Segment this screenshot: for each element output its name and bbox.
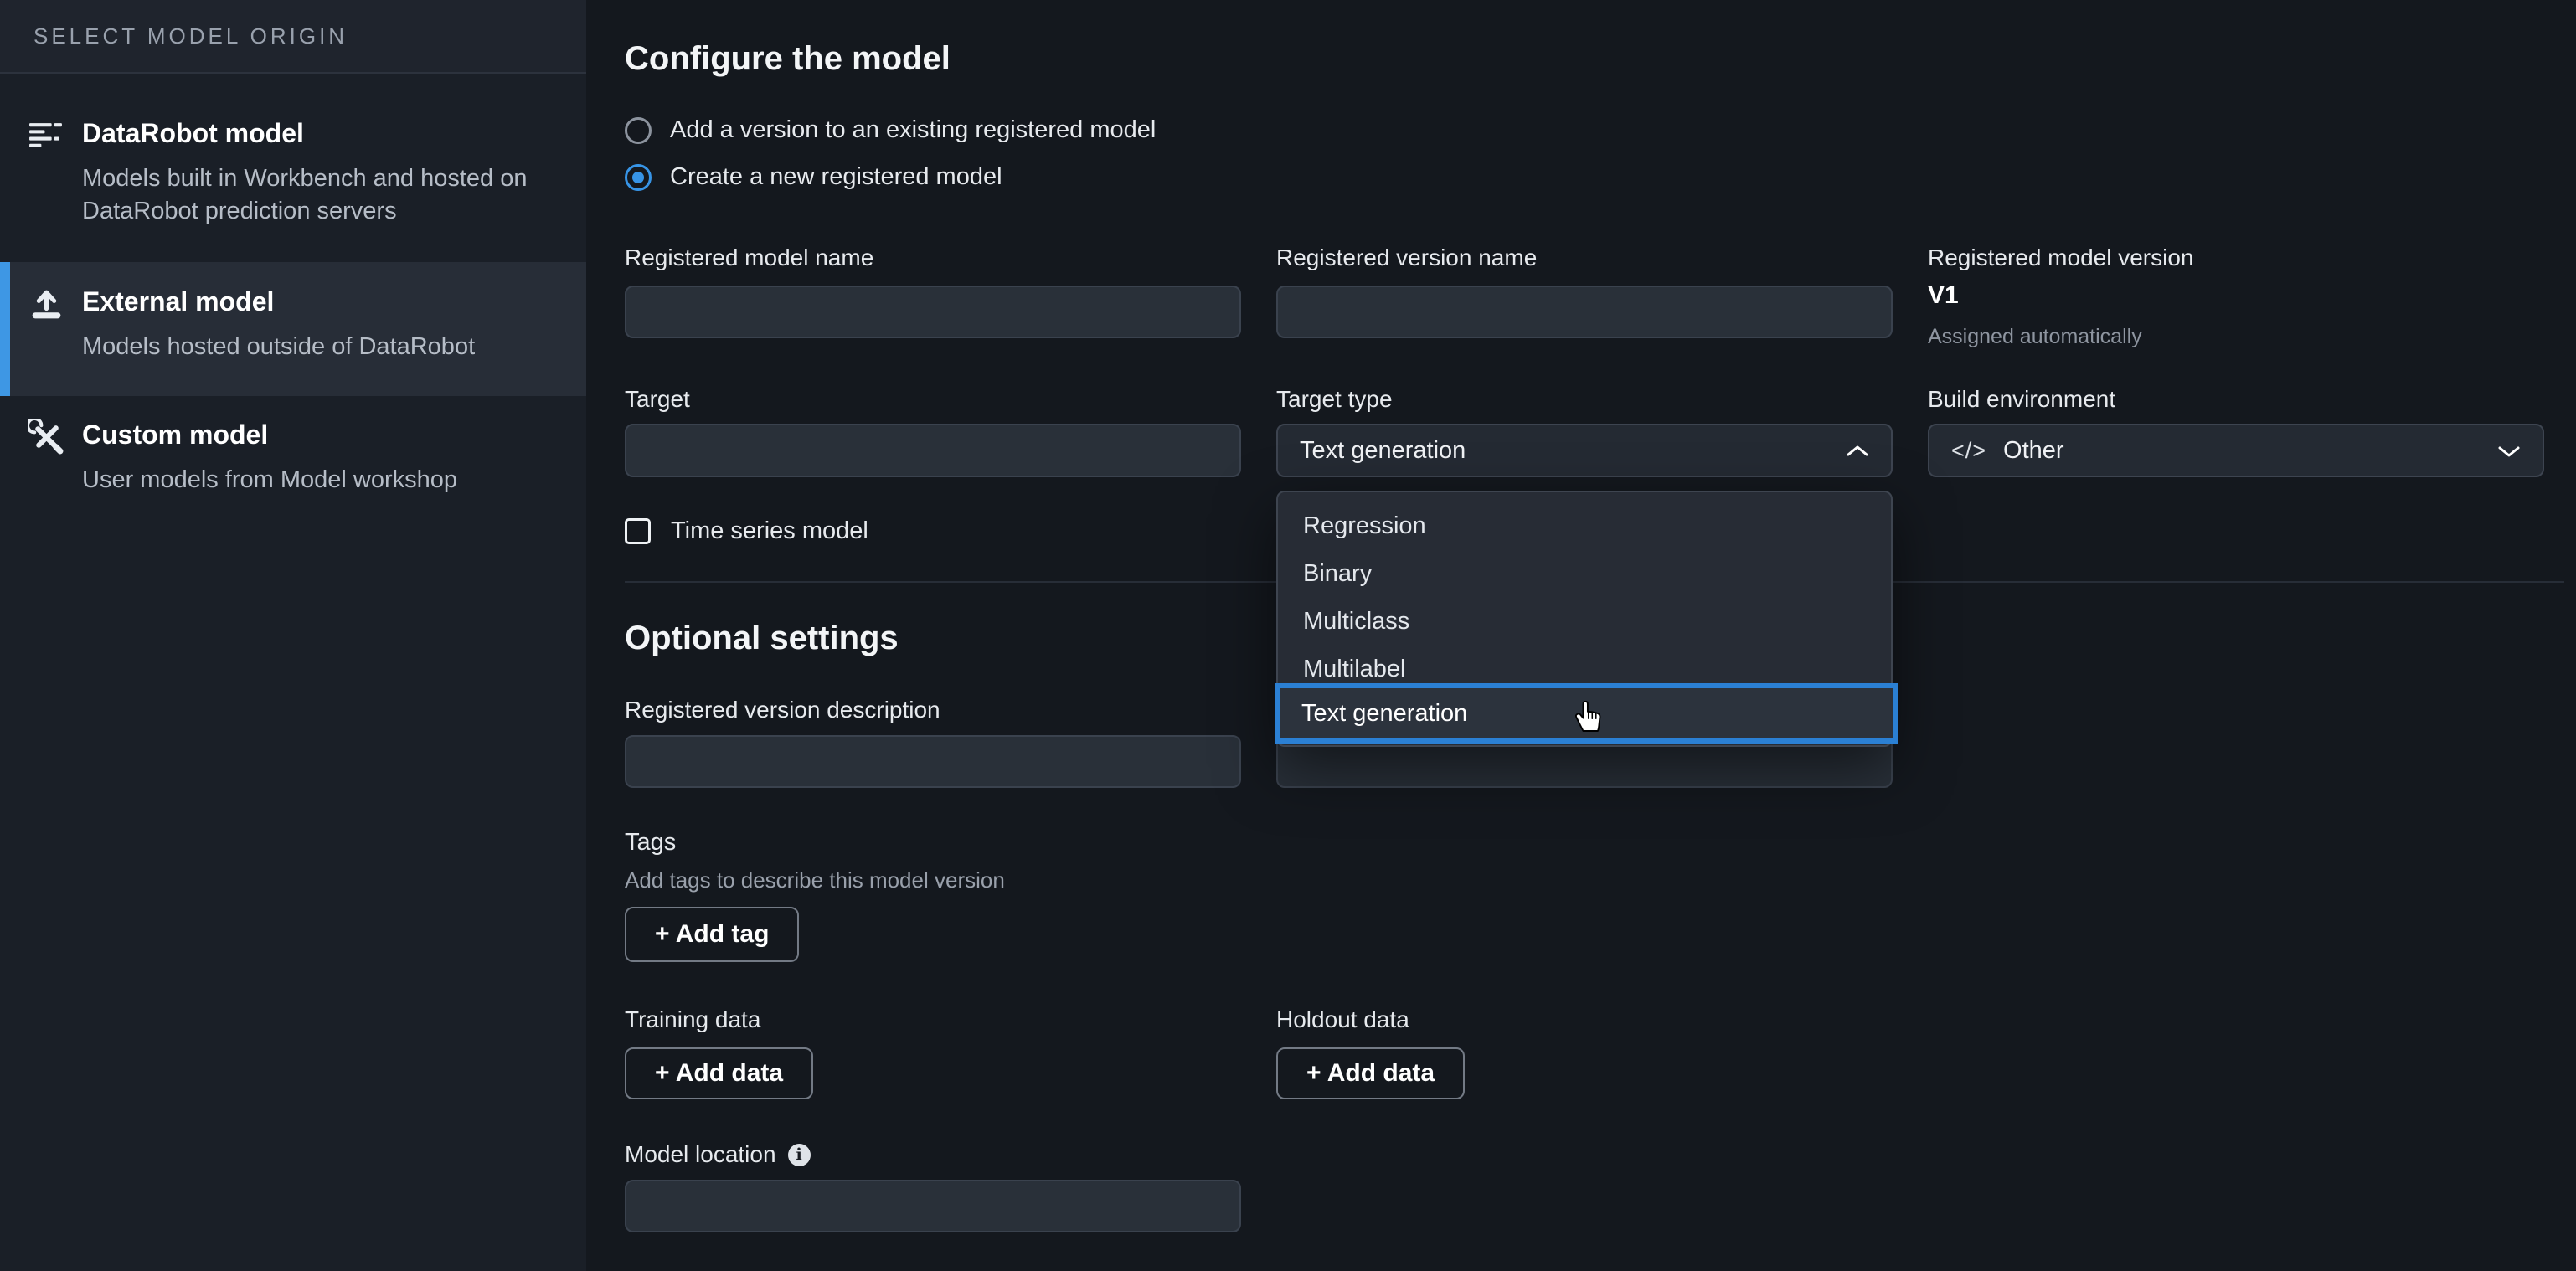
configure-model-panel: Configure the model Add a version to an … [586, 0, 2576, 1271]
add-holdout-data-button[interactable]: + Add data [1276, 1047, 1465, 1099]
chevron-up-icon [1846, 437, 1869, 465]
page-title: Configure the model [625, 40, 951, 78]
sidebar-item-custom-model[interactable]: Custom model User models from Model work… [0, 419, 586, 497]
add-training-data-button[interactable]: + Add data [625, 1047, 813, 1099]
target-label: Target [625, 386, 690, 413]
radio-add-version[interactable]: Add a version to an existing registered … [625, 116, 1156, 144]
registered-version-name-label: Registered version name [1276, 244, 1537, 271]
menu-option-binary[interactable]: Binary [1278, 550, 1891, 598]
version-description-label: Registered version description [625, 697, 940, 723]
sidebar-item-content: External model Models hosted outside of … [82, 286, 475, 363]
build-environment-value: Other [2003, 437, 2064, 465]
sidebar-item-description: Models built in Workbench and hosted on … [82, 162, 551, 228]
registered-model-name-label: Registered model name [625, 244, 873, 271]
tags-label: Tags [625, 829, 676, 857]
code-icon: </> [1951, 438, 1986, 464]
radio-label: Create a new registered model [670, 163, 1002, 191]
build-environment-label: Build environment [1928, 386, 2115, 413]
build-environment-select[interactable]: </> Other [1928, 424, 2544, 477]
sidebar-item-title: External model [82, 286, 475, 317]
upload-icon [28, 286, 65, 327]
holdout-data-label: Holdout data [1276, 1006, 1409, 1033]
tools-icon [28, 419, 65, 461]
radio-label: Add a version to an existing registered … [670, 116, 1156, 144]
optional-settings-heading: Optional settings [625, 620, 899, 657]
radio-on-icon[interactable] [625, 164, 652, 191]
tags-hint: Add tags to describe this model version [625, 867, 1005, 893]
target-type-value: Text generation [1300, 437, 1466, 465]
training-data-label: Training data [625, 1006, 760, 1033]
time-series-label: Time series model [671, 517, 868, 545]
sidebar-title: SELECT MODEL ORIGIN [33, 23, 348, 49]
version-description-input[interactable] [625, 735, 1241, 788]
registered-model-version-label: Registered model version [1928, 244, 2194, 271]
model-location-label-row: Model location i [625, 1141, 811, 1168]
model-origin-sidebar: SELECT MODEL ORIGIN DataRobot model Mode… [0, 0, 586, 1271]
register-model-page: SELECT MODEL ORIGIN DataRobot model Mode… [0, 0, 2576, 1271]
sidebar-item-description: User models from Model workshop [82, 464, 457, 497]
model-location-input[interactable] [625, 1180, 1241, 1232]
target-type-label: Target type [1276, 386, 1393, 413]
info-icon[interactable]: i [788, 1144, 811, 1166]
sidebar-item-title: DataRobot model [82, 117, 551, 149]
model-version-note: Assigned automatically [1928, 325, 2142, 349]
sidebar-item-content: DataRobot model Models built in Workbenc… [82, 117, 551, 228]
sidebar-item-content: Custom model User models from Model work… [82, 419, 457, 497]
radio-create-new[interactable]: Create a new registered model [625, 163, 1002, 191]
model-version-value: V1 [1928, 281, 1959, 310]
target-input[interactable] [625, 424, 1241, 477]
time-series-option[interactable]: Time series model [625, 517, 868, 545]
model-lines-icon [28, 117, 65, 159]
sidebar-item-title: Custom model [82, 419, 457, 450]
registered-model-name-input[interactable] [625, 286, 1241, 338]
target-type-dropdown-menu: Regression Binary Multiclass Multilabel … [1276, 491, 1893, 747]
menu-option-regression[interactable]: Regression [1278, 502, 1891, 550]
chevron-down-icon [2497, 437, 2521, 465]
menu-option-multiclass[interactable]: Multiclass [1278, 598, 1891, 646]
menu-option-text-generation-highlighted[interactable]: Text generation [1275, 683, 1898, 744]
sidebar-item-external-model[interactable]: External model Models hosted outside of … [0, 262, 586, 396]
model-location-label: Model location [625, 1141, 776, 1168]
registered-version-name-input[interactable] [1276, 286, 1893, 338]
target-type-select[interactable]: Text generation [1276, 424, 1893, 477]
sidebar-item-datarobot-model[interactable]: DataRobot model Models built in Workbenc… [0, 117, 586, 228]
add-tag-button[interactable]: + Add tag [625, 907, 799, 962]
sidebar-item-description: Models hosted outside of DataRobot [82, 331, 475, 363]
sidebar-header: SELECT MODEL ORIGIN [0, 0, 586, 74]
checkbox-unchecked-icon[interactable] [625, 518, 651, 544]
radio-off-icon[interactable] [625, 117, 652, 144]
